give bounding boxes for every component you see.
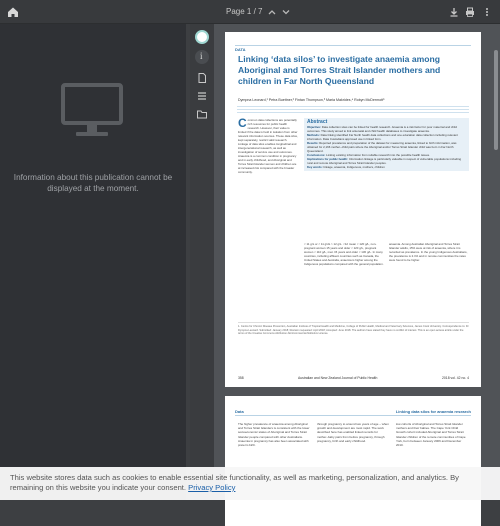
running-header-left: Data	[235, 409, 244, 414]
body-right-column: anaemia. Among Australian Aboriginal and…	[389, 242, 468, 262]
monitor-icon	[61, 83, 123, 136]
chevron-down-icon[interactable]	[280, 6, 292, 18]
article-authors: Dympna Leonard,¹ Petra Buettner,² Fintan…	[238, 98, 385, 102]
more-options-icon[interactable]	[481, 6, 493, 18]
page2-column-2: through pregnancy to around two years of…	[317, 422, 389, 443]
info-icon[interactable]: i	[195, 50, 209, 64]
journal-volume: 2018 vol. 42 no. 4	[442, 376, 469, 380]
download-icon[interactable]	[448, 6, 460, 18]
home-icon[interactable]	[6, 5, 20, 19]
abstract-box: Abstract Objective: Data collection site…	[304, 118, 469, 171]
pdf-page-1: DATA Linking ‘data silos’ to investigate…	[225, 32, 481, 387]
page2-column-3: low cohorts of Aboriginal and Torres Str…	[396, 422, 466, 448]
pdf-page-2: Data Linking data silos for anaemia rese…	[225, 396, 481, 526]
list-icon[interactable]	[196, 90, 208, 102]
divider	[237, 109, 469, 110]
page-number: 358	[238, 376, 244, 380]
scrollbar-thumb[interactable]	[494, 50, 498, 150]
cookie-banner: This website stores data such as cookies…	[0, 467, 500, 500]
article-title: Linking ‘data silos’ to investigate anae…	[238, 54, 441, 86]
body-middle-column: < 11 g/L or < 11 g/dL > 12 g/L. <12 mean…	[304, 242, 384, 266]
print-icon[interactable]	[464, 6, 476, 18]
footnotes: 1. Centre for Chronic Disease Prevention…	[238, 322, 469, 336]
privacy-policy-link[interactable]: Privacy Policy	[188, 483, 235, 492]
abstract-heading: Abstract	[307, 119, 328, 125]
section-tag: DATA	[235, 47, 246, 52]
viewer-side-toolbar: i	[190, 24, 214, 500]
pdf-viewer[interactable]: DATA Linking ‘data silos’ to investigate…	[214, 24, 500, 526]
chevron-up-icon[interactable]	[266, 6, 278, 18]
unavailable-message: Information about this publication canno…	[13, 173, 173, 193]
drop-cap: C	[238, 116, 247, 130]
publication-info-panel: Information about this publication canno…	[0, 24, 186, 500]
page-indicator[interactable]: Page 1 / 7	[226, 7, 262, 16]
folder-icon[interactable]	[196, 108, 208, 120]
journal-name: Australian and New Zealand Journal of Pu…	[298, 376, 378, 380]
document-icon[interactable]	[196, 72, 208, 84]
top-toolbar: Page 1 / 7	[0, 0, 500, 24]
body-left-column: Common data collections are potentially …	[238, 116, 298, 174]
section-band: DATA	[235, 38, 471, 52]
ring-icon[interactable]	[195, 30, 209, 44]
divider	[237, 106, 469, 107]
running-header-right: Linking data silos for anaemia research	[395, 409, 471, 414]
page2-column-1: The higher prevalence of anaemia among A…	[238, 422, 310, 448]
divider	[237, 112, 469, 113]
